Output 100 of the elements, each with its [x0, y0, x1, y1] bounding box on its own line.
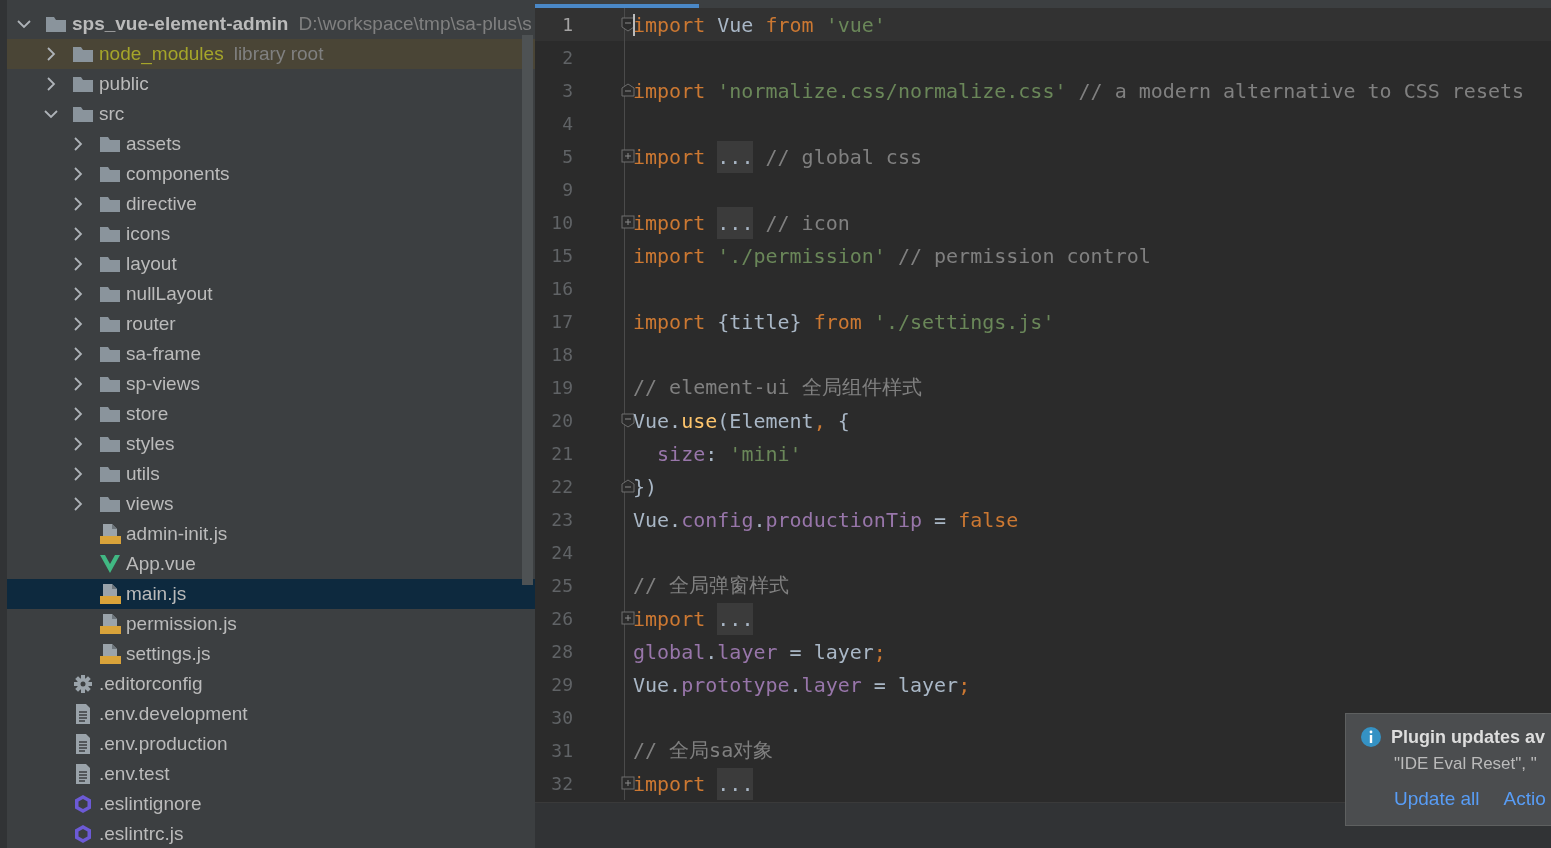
- tree-item[interactable]: assets: [7, 129, 535, 159]
- file-name: nullLayout: [126, 283, 213, 305]
- folder-icon: [72, 45, 94, 63]
- tree-item[interactable]: utils: [7, 459, 535, 489]
- chevron-icon[interactable]: [71, 257, 85, 271]
- tree-item[interactable]: node_modules library root: [7, 39, 535, 69]
- scrollbar[interactable]: [522, 35, 533, 585]
- property-name: global: [633, 639, 706, 664]
- action-link[interactable]: Update all: [1394, 788, 1480, 810]
- code-text: .: [753, 507, 766, 532]
- chevron-icon[interactable]: [71, 317, 85, 331]
- gear-icon: [73, 674, 93, 694]
- fold-marker-icon[interactable]: [621, 83, 635, 98]
- action-link[interactable]: Actio: [1503, 788, 1546, 810]
- code-text: =: [933, 507, 948, 532]
- tree-item[interactable]: sps_vue-element-admin D:\workspace\tmp\sa-plus\s: [7, 9, 535, 39]
- tree-item[interactable]: .eslintrc.js: [7, 819, 535, 848]
- tree-item[interactable]: styles: [7, 429, 535, 459]
- tree-item[interactable]: .eslintignore: [7, 789, 535, 819]
- tree-item[interactable]: src: [7, 99, 535, 129]
- chevron-icon[interactable]: [71, 287, 85, 301]
- tree-item[interactable]: router: [7, 309, 535, 339]
- folder-icon: [72, 105, 94, 123]
- chevron-icon[interactable]: [71, 167, 85, 181]
- tree-item[interactable]: layout: [7, 249, 535, 279]
- file-name: sps_vue-element-admin: [72, 13, 289, 35]
- folded-code-placeholder[interactable]: ...: [717, 602, 754, 635]
- line-number: 10: [550, 212, 573, 233]
- code-text: {: [836, 408, 850, 433]
- fold-marker-icon[interactable]: [621, 413, 635, 428]
- chevron-icon[interactable]: [44, 107, 58, 121]
- chevron-icon[interactable]: [71, 437, 85, 451]
- file-name: admin-init.js: [126, 523, 228, 545]
- folder-icon: [99, 285, 121, 303]
- chevron-icon[interactable]: [44, 77, 58, 91]
- code-text: Vue.: [633, 672, 682, 697]
- fold-marker-icon[interactable]: [621, 17, 635, 32]
- chevron-icon[interactable]: [71, 467, 85, 481]
- file-name: styles: [126, 433, 175, 455]
- line-number: 18: [550, 344, 573, 365]
- tree-item[interactable]: nullLayout: [7, 279, 535, 309]
- string-literal: 'normalize.css/normalize.css': [716, 78, 1067, 103]
- library-tag: library root: [233, 43, 324, 65]
- chevron-icon[interactable]: [71, 197, 85, 211]
- file-name: sp-views: [126, 373, 200, 395]
- file-name: .editorconfig: [99, 673, 203, 695]
- chevron-icon[interactable]: [71, 137, 85, 151]
- folder-icon: [99, 255, 121, 273]
- chevron-icon[interactable]: [71, 347, 85, 361]
- folded-code-placeholder[interactable]: ...: [717, 140, 754, 173]
- line-number: 22: [550, 476, 573, 497]
- tree-item[interactable]: admin-init.js: [7, 519, 535, 549]
- file-name: .env.test: [99, 763, 170, 785]
- line-number: 4: [561, 113, 573, 134]
- file-name: views: [126, 493, 174, 515]
- chevron-icon[interactable]: [71, 497, 85, 511]
- folded-code-placeholder[interactable]: ...: [717, 767, 754, 800]
- file-name: settings.js: [126, 643, 211, 665]
- code-text: = layer: [788, 639, 874, 664]
- line-number: 16: [550, 278, 573, 299]
- keyword: ;: [958, 672, 971, 697]
- tree-item[interactable]: views: [7, 489, 535, 519]
- line-number: 28: [550, 641, 573, 662]
- tree-item[interactable]: sp-views: [7, 369, 535, 399]
- tree-item[interactable]: .env.production: [7, 729, 535, 759]
- tree-item[interactable]: main.js: [7, 579, 535, 609]
- file-name: .env.development: [99, 703, 248, 725]
- line-number: 30: [550, 707, 573, 728]
- tree-item[interactable]: store: [7, 399, 535, 429]
- property-name: layer: [717, 639, 778, 664]
- chevron-icon[interactable]: [71, 377, 85, 391]
- tree-item[interactable]: sa-frame: [7, 339, 535, 369]
- tree-item[interactable]: permission.js: [7, 609, 535, 639]
- chevron-icon[interactable]: [71, 407, 85, 421]
- tree-item[interactable]: icons: [7, 219, 535, 249]
- string-literal: 'vue': [824, 12, 886, 37]
- folder-icon: [99, 135, 121, 153]
- tree-item[interactable]: settings.js: [7, 639, 535, 669]
- code-text: = layer: [872, 672, 959, 697]
- fold-marker-icon[interactable]: [621, 479, 635, 494]
- keyword: import: [633, 12, 706, 37]
- code-text: .: [705, 639, 718, 664]
- chevron-icon[interactable]: [17, 17, 31, 31]
- tree-item[interactable]: public: [7, 69, 535, 99]
- tree-item[interactable]: .env.development: [7, 699, 535, 729]
- file-name: directive: [126, 193, 197, 215]
- keyword: from: [765, 12, 814, 37]
- folded-code-placeholder[interactable]: ...: [717, 206, 754, 239]
- tree-item[interactable]: .env.test: [7, 759, 535, 789]
- tree-item[interactable]: App.vue: [7, 549, 535, 579]
- tree-item[interactable]: .editorconfig: [7, 669, 535, 699]
- string-literal: 'mini': [729, 441, 802, 466]
- folder-icon: [99, 315, 121, 333]
- chevron-icon[interactable]: [71, 227, 85, 241]
- notification-text: "IDE Eval Reset", ": [1394, 754, 1538, 775]
- chevron-icon[interactable]: [44, 47, 58, 61]
- property-name: productionTip: [765, 507, 922, 532]
- tree-item[interactable]: components: [7, 159, 535, 189]
- line-number: 2: [561, 47, 573, 68]
- tree-item[interactable]: directive: [7, 189, 535, 219]
